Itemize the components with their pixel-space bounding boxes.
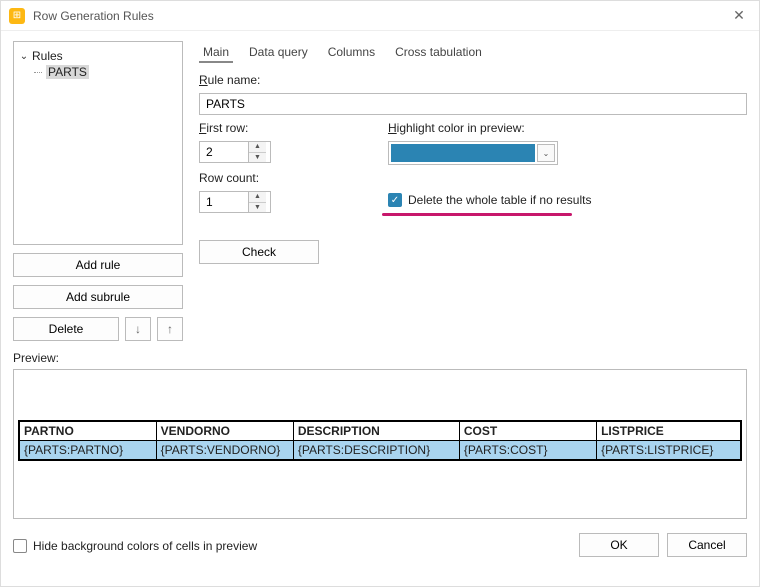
move-up-button[interactable]: ↑ bbox=[157, 317, 183, 341]
close-icon[interactable]: ✕ bbox=[727, 4, 751, 28]
row-count-input[interactable] bbox=[200, 192, 248, 212]
tree-item-parts[interactable]: PARTS bbox=[34, 64, 178, 80]
tree-item-label: PARTS bbox=[46, 65, 89, 79]
add-rule-button[interactable]: Add rule bbox=[13, 253, 183, 277]
col-header[interactable]: COST bbox=[459, 421, 596, 441]
highlight-color-picker[interactable]: ⌄ bbox=[388, 141, 558, 165]
rules-tree[interactable]: ⌄ Rules PARTS bbox=[13, 41, 183, 245]
col-header[interactable]: LISTPRICE bbox=[597, 421, 741, 441]
row-count-spinner[interactable]: ▲ ▼ bbox=[199, 191, 271, 213]
arrow-up-icon: ↑ bbox=[167, 322, 173, 336]
table-header-row: PARTNO VENDORNO DESCRIPTION COST LISTPRI… bbox=[19, 421, 741, 441]
highlight-underline bbox=[382, 213, 572, 216]
col-header[interactable]: VENDORNO bbox=[156, 421, 293, 441]
check-button[interactable]: Check bbox=[199, 240, 319, 264]
arrow-down-icon: ↓ bbox=[135, 322, 141, 336]
first-row-up-icon[interactable]: ▲ bbox=[249, 142, 266, 153]
cancel-button[interactable]: Cancel bbox=[667, 533, 747, 557]
delete-table-checkbox[interactable]: ✓ bbox=[388, 193, 402, 207]
preview-panel: PARTNO VENDORNO DESCRIPTION COST LISTPRI… bbox=[13, 369, 747, 519]
rule-name-label: Rule name: bbox=[199, 73, 747, 87]
tab-columns[interactable]: Columns bbox=[324, 43, 379, 63]
col-header[interactable]: PARTNO bbox=[19, 421, 156, 441]
col-header[interactable]: DESCRIPTION bbox=[293, 421, 459, 441]
first-row-down-icon[interactable]: ▼ bbox=[249, 153, 266, 163]
highlight-color-dropdown-icon[interactable]: ⌄ bbox=[537, 144, 555, 162]
table-row[interactable]: {PARTS:PARTNO} {PARTS:VENDORNO} {PARTS:D… bbox=[19, 441, 741, 461]
first-row-label: First row: bbox=[199, 121, 364, 135]
delete-button[interactable]: Delete bbox=[13, 317, 119, 341]
row-count-up-icon[interactable]: ▲ bbox=[249, 192, 266, 203]
tree-collapse-icon[interactable]: ⌄ bbox=[18, 51, 30, 62]
titlebar: ⊞ Row Generation Rules ✕ bbox=[1, 1, 759, 31]
move-down-button[interactable]: ↓ bbox=[125, 317, 151, 341]
highlight-color-label: Highlight color in preview: bbox=[388, 121, 747, 135]
cell[interactable]: {PARTS:VENDORNO} bbox=[156, 441, 293, 461]
tab-cross-tabulation[interactable]: Cross tabulation bbox=[391, 43, 486, 63]
cell[interactable]: {PARTS:COST} bbox=[459, 441, 596, 461]
tree-root[interactable]: ⌄ Rules bbox=[18, 48, 178, 64]
tab-data-query[interactable]: Data query bbox=[245, 43, 312, 63]
delete-table-label: Delete the whole table if no results bbox=[408, 193, 591, 207]
tree-root-label: Rules bbox=[32, 49, 63, 63]
add-subrule-button[interactable]: Add subrule bbox=[13, 285, 183, 309]
ok-button[interactable]: OK bbox=[579, 533, 659, 557]
rule-name-input[interactable] bbox=[199, 93, 747, 115]
cell[interactable]: {PARTS:PARTNO} bbox=[19, 441, 156, 461]
row-count-down-icon[interactable]: ▼ bbox=[249, 203, 266, 213]
first-row-input[interactable] bbox=[200, 142, 248, 162]
tab-bar: Main Data query Columns Cross tabulation bbox=[199, 41, 747, 69]
first-row-spinner[interactable]: ▲ ▼ bbox=[199, 141, 271, 163]
highlight-color-swatch bbox=[391, 144, 535, 162]
tab-main[interactable]: Main bbox=[199, 43, 233, 63]
row-count-label: Row count: bbox=[199, 171, 364, 185]
hide-bg-label: Hide background colors of cells in previ… bbox=[33, 539, 257, 553]
preview-table[interactable]: PARTNO VENDORNO DESCRIPTION COST LISTPRI… bbox=[18, 420, 742, 461]
app-icon: ⊞ bbox=[9, 8, 25, 24]
preview-label: Preview: bbox=[13, 351, 747, 365]
cell[interactable]: {PARTS:LISTPRICE} bbox=[597, 441, 741, 461]
cell[interactable]: {PARTS:DESCRIPTION} bbox=[293, 441, 459, 461]
hide-bg-checkbox[interactable] bbox=[13, 539, 27, 553]
window-title: Row Generation Rules bbox=[33, 9, 154, 23]
